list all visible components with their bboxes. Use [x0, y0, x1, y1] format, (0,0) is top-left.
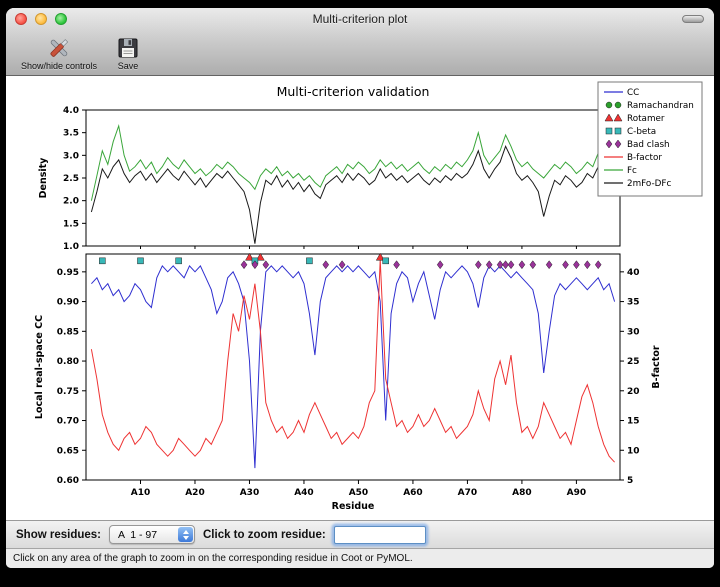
legend-label: Bad clash: [627, 140, 670, 150]
svg-text:A40: A40: [294, 488, 314, 498]
svg-text:0.60: 0.60: [57, 476, 79, 486]
svg-text:A10: A10: [131, 488, 151, 498]
svg-text:A60: A60: [403, 488, 423, 498]
svg-text:1.0: 1.0: [63, 242, 79, 252]
save-button[interactable]: Save: [106, 31, 150, 76]
traffic-lights: [15, 13, 67, 25]
svg-text:20: 20: [627, 387, 640, 397]
legend-label: CC: [627, 88, 639, 98]
svg-text:A50: A50: [349, 488, 369, 498]
svg-text:0.80: 0.80: [57, 357, 79, 367]
residue-range-value: A 1 - 97: [118, 529, 157, 541]
svg-text:30: 30: [627, 327, 640, 337]
svg-text:25: 25: [627, 357, 640, 367]
svg-text:A80: A80: [512, 488, 532, 498]
close-button[interactable]: [15, 13, 27, 25]
svg-text:15: 15: [627, 417, 640, 427]
svg-text:1.5: 1.5: [63, 219, 79, 229]
tool-label: Show/hide controls: [21, 61, 97, 71]
residue-range-select[interactable]: A 1 - 97: [109, 525, 195, 544]
svg-text:2.5: 2.5: [63, 174, 79, 184]
zoom-residue-input[interactable]: [334, 526, 426, 544]
legend-label: B-factor: [627, 153, 662, 163]
svg-text:2.0: 2.0: [63, 197, 79, 207]
residue-axis-label: Residue: [332, 501, 375, 512]
window-header: Multi-criterion plot Show/hide control: [6, 8, 714, 76]
zoom-residue-label: Click to zoom residue:: [203, 529, 326, 541]
bfactor-axis-label: B-factor: [651, 345, 662, 388]
svg-text:40: 40: [627, 268, 640, 278]
show-residues-label: Show residues:: [16, 529, 101, 541]
tool-label: Save: [118, 61, 139, 71]
toolbar: Show/hide controls Save: [6, 30, 714, 76]
svg-text:0.65: 0.65: [57, 446, 79, 456]
minimize-button[interactable]: [35, 13, 47, 25]
app-window: Multi-criterion plot Show/hide control: [6, 8, 714, 568]
zoom-window-button[interactable]: [55, 13, 67, 25]
status-bar: Click on any area of the graph to zoom i…: [6, 548, 714, 568]
legend-label: Fc: [627, 166, 637, 176]
svg-text:0.95: 0.95: [57, 268, 79, 278]
chart-title: Multi-criterion validation: [277, 84, 430, 99]
legend-label: Ramachandran: [627, 101, 694, 111]
bottom-plot-axes: [86, 254, 620, 480]
svg-text:5: 5: [627, 476, 633, 486]
svg-text:4.0: 4.0: [63, 106, 79, 116]
titlebar[interactable]: Multi-criterion plot: [6, 8, 714, 30]
save-icon: [115, 36, 141, 60]
tools-icon: [46, 36, 72, 60]
svg-text:0.85: 0.85: [57, 327, 79, 337]
svg-text:A30: A30: [240, 488, 260, 498]
svg-text:3.5: 3.5: [63, 129, 79, 139]
svg-text:0.70: 0.70: [57, 417, 79, 427]
legend-label: C-beta: [627, 127, 656, 137]
legend-label: Rotamer: [627, 114, 665, 124]
svg-text:3.0: 3.0: [63, 151, 79, 161]
window-title: Multi-criterion plot: [6, 8, 714, 30]
show-hide-controls-button[interactable]: Show/hide controls: [12, 31, 106, 76]
popup-stepper-icon: [178, 527, 193, 542]
top-plot-axes: [86, 110, 620, 246]
svg-text:A90: A90: [567, 488, 587, 498]
svg-text:0.75: 0.75: [57, 387, 79, 397]
multi-criterion-figure[interactable]: Multi-criterion validation 1.0 1.5 2.0 2.5 3.…: [6, 76, 714, 520]
svg-text:0.90: 0.90: [57, 298, 79, 308]
svg-text:10: 10: [627, 446, 640, 456]
legend-label: 2mFo-DFc: [627, 179, 671, 189]
toolbar-toggle-button[interactable]: [682, 15, 704, 23]
desktop-background: Multi-criterion plot Show/hide control: [0, 0, 720, 587]
density-axis-label: Density: [38, 157, 49, 199]
svg-text:35: 35: [627, 298, 640, 308]
plot-area[interactable]: Multi-criterion validation 1.0 1.5 2.0 2.5 3.…: [6, 76, 714, 520]
cc-axis-label: Local real-space CC: [34, 315, 45, 419]
svg-text:A70: A70: [458, 488, 478, 498]
status-text: Click on any area of the graph to zoom i…: [13, 553, 413, 564]
controls-bar: Show residues: A 1 - 97 Click to zoom re…: [6, 520, 714, 548]
svg-text:A20: A20: [185, 488, 205, 498]
